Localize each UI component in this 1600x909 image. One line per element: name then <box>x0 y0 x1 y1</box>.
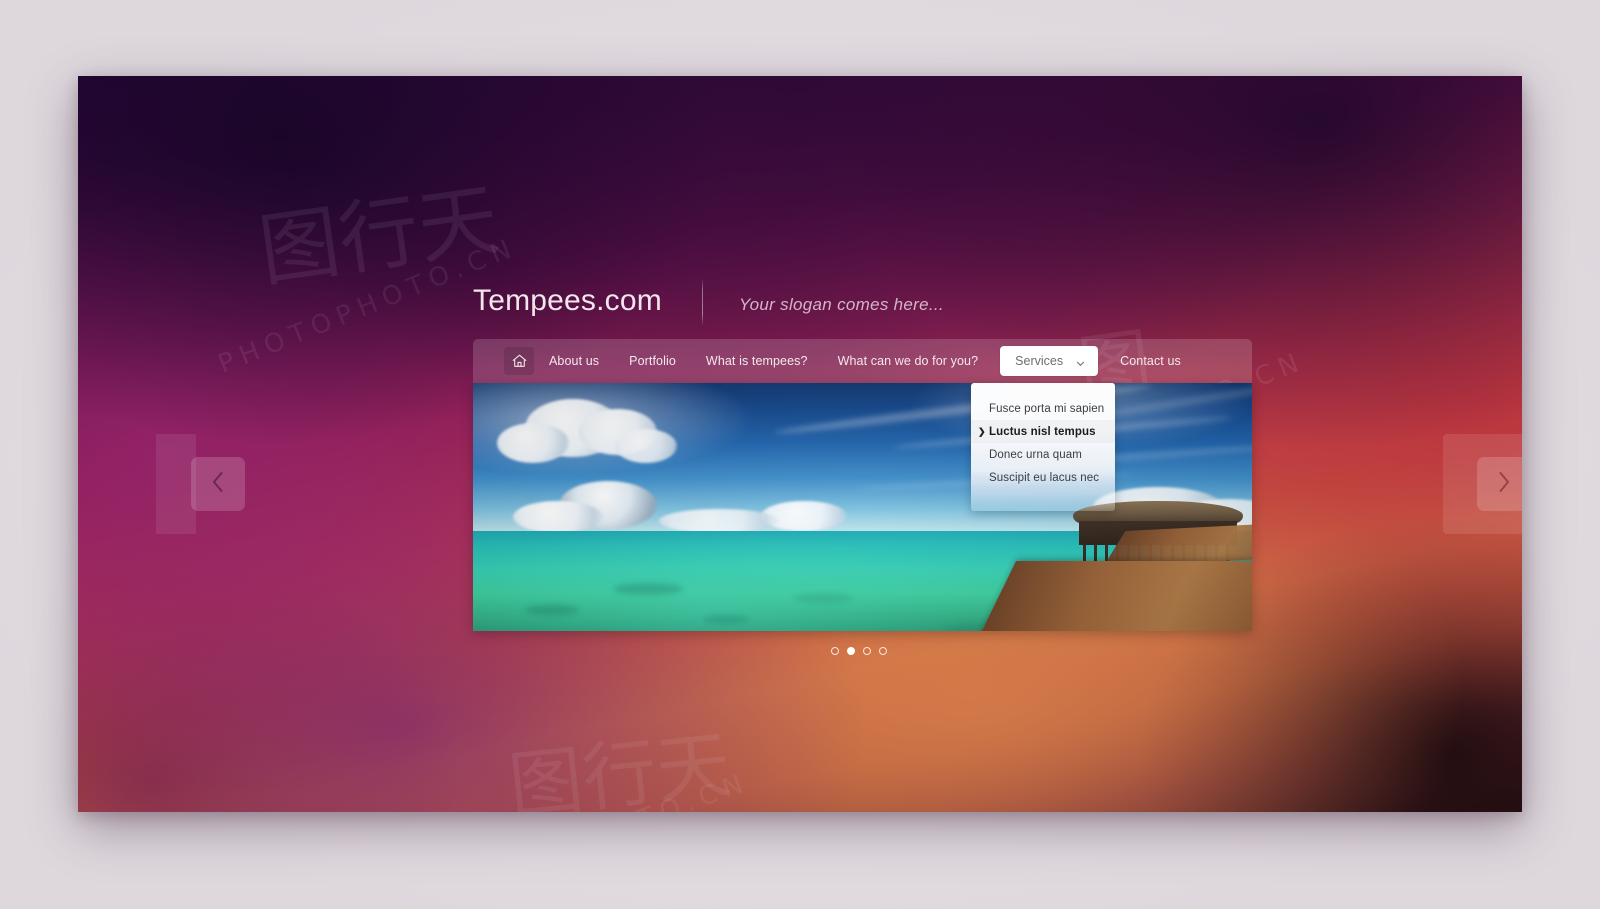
nav-item-about-us[interactable]: About us <box>534 339 614 383</box>
site-slogan: Your slogan comes here... <box>738 295 944 314</box>
site-header: Tempees.com Your slogan comes here... <box>473 272 1253 332</box>
nav-item-what-is-tempees[interactable]: What is tempees? <box>691 339 823 383</box>
dropdown-item-label: Donec urna quam <box>989 448 1082 461</box>
dropdown-item-label: Luctus nisl tempus <box>989 425 1096 438</box>
slider-dot-2[interactable] <box>847 647 855 655</box>
chevron-left-icon <box>208 469 228 500</box>
slider-pagination <box>831 647 887 655</box>
chevron-right-icon <box>1494 469 1514 500</box>
pier-walkway <box>978 561 1252 631</box>
dropdown-item-donec-urna[interactable]: Donec urna quam <box>971 443 1115 466</box>
home-icon <box>511 353 528 369</box>
nav-services-label: Services <box>1015 354 1064 368</box>
nav-item-contact-us[interactable]: Contact us <box>1105 339 1196 383</box>
slider-dot-3[interactable] <box>863 647 871 655</box>
brand-logo[interactable]: Tempees.com <box>473 286 662 318</box>
slider-prev-panel <box>156 434 196 534</box>
cloud-puff <box>497 423 569 463</box>
chevron-down-icon <box>1076 355 1085 366</box>
nav-home-button[interactable] <box>504 347 534 375</box>
site-panel: 图行天 PHOTOPHOTO.CN 图行天 PHOTOPHOTO.CN 图 PH… <box>78 76 1522 812</box>
dropdown-item-luctus-nisl[interactable]: ❯ Luctus nisl tempus <box>971 420 1115 443</box>
nav-services-dropdown-button[interactable]: Services <box>1000 346 1099 376</box>
slider-prev-button[interactable] <box>191 457 245 511</box>
hero-slider-image[interactable] <box>473 383 1252 631</box>
header-divider <box>701 278 703 326</box>
nav-item-what-can-we-do[interactable]: What can we do for you? <box>823 339 994 383</box>
dropdown-item-label: Fusce porta mi sapien <box>989 402 1105 415</box>
dropdown-item-fusce-porta[interactable]: Fusce porta mi sapien <box>971 397 1115 420</box>
slider-dot-4[interactable] <box>879 647 887 655</box>
services-dropdown-menu: Fusce porta mi sapien ❯ Luctus nisl temp… <box>971 383 1115 511</box>
reef-patch <box>613 583 683 595</box>
cloud-puff <box>513 501 603 533</box>
dropdown-item-suscipit-eu-lacus[interactable]: Suscipit eu lacus nec <box>971 466 1115 489</box>
slider-dot-1[interactable] <box>831 647 839 655</box>
dropdown-item-label: Suscipit eu lacus nec <box>989 471 1100 484</box>
slider-next-button[interactable] <box>1477 457 1522 511</box>
main-navigation: About us Portfolio What is tempees? What… <box>473 339 1252 383</box>
reef-patch <box>703 615 749 624</box>
cloud-puff <box>615 429 677 463</box>
reef-patch <box>793 593 853 603</box>
nav-item-portfolio[interactable]: Portfolio <box>614 339 691 383</box>
reef-patch <box>525 605 579 615</box>
chevron-right-icon: ❯ <box>978 426 986 436</box>
cloud-puff <box>659 509 779 533</box>
